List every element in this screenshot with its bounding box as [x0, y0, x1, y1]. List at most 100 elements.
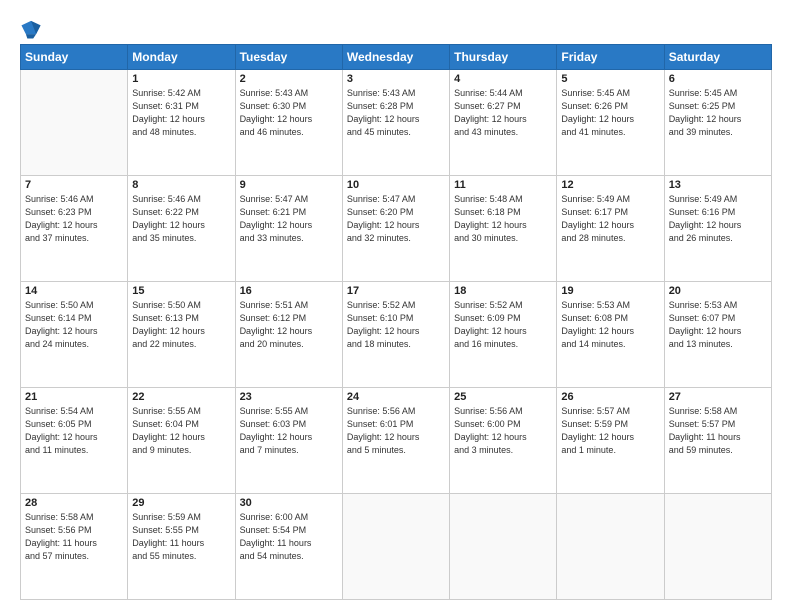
page: SundayMondayTuesdayWednesdayThursdayFrid…: [0, 0, 792, 612]
day-number: 11: [454, 179, 552, 191]
day-number: 28: [25, 497, 123, 509]
calendar-table: SundayMondayTuesdayWednesdayThursdayFrid…: [20, 44, 772, 600]
day-number: 27: [669, 391, 767, 403]
day-number: 16: [240, 285, 338, 297]
day-number: 30: [240, 497, 338, 509]
day-info: Sunrise: 5:44 AM Sunset: 6:27 PM Dayligh…: [454, 87, 552, 139]
day-info: Sunrise: 5:56 AM Sunset: 6:00 PM Dayligh…: [454, 405, 552, 457]
calendar-cell: 19 Sunrise: 5:53 AM Sunset: 6:08 PM Dayli…: [557, 282, 664, 388]
day-info: Sunrise: 5:43 AM Sunset: 6:28 PM Dayligh…: [347, 87, 445, 139]
day-info: Sunrise: 5:50 AM Sunset: 6:13 PM Dayligh…: [132, 299, 230, 351]
calendar-cell: [21, 70, 128, 176]
calendar-cell: 4Sunrise: 5:44 AM Sunset: 6:27 PM Daylig…: [450, 70, 557, 176]
calendar-cell: 26Sunrise: 5:57 AM Sunset: 5:59 PM Dayli…: [557, 388, 664, 494]
day-number: 23: [240, 391, 338, 403]
day-number: 1: [132, 73, 230, 85]
calendar-cell: 23 Sunrise: 5:55 AM Sunset: 6:03 PM Dayli…: [235, 388, 342, 494]
calendar-cell: 29 Sunrise: 5:59 AM Sunset: 5:55 PM Dayli…: [128, 494, 235, 600]
day-info: Sunrise: 5:48 AM Sunset: 6:18 PM Dayligh…: [454, 193, 552, 245]
week-row-5: 28 Sunrise: 5:58 AM Sunset: 5:56 PM Dayli…: [21, 494, 772, 600]
day-info: Sunrise: 5:49 AM Sunset: 6:17 PM Dayligh…: [561, 193, 659, 245]
logo-icon: [20, 18, 42, 40]
day-info: Sunrise: 6:00 AM Sunset: 5:54 PM Dayligh…: [240, 511, 338, 563]
day-number: 21: [25, 391, 123, 403]
calendar-cell: 1 Sunrise: 5:42 AM Sunset: 6:31 PM Daylig…: [128, 70, 235, 176]
day-number: 18: [454, 285, 552, 297]
day-number: 2: [240, 73, 338, 85]
day-info: Sunrise: 5:45 AM Sunset: 6:26 PM Dayligh…: [561, 87, 659, 139]
day-number: 7: [25, 179, 123, 191]
calendar-cell: [450, 494, 557, 600]
day-number: 10: [347, 179, 445, 191]
day-info: Sunrise: 5:52 AM Sunset: 6:09 PM Dayligh…: [454, 299, 552, 351]
logo: [20, 18, 46, 40]
week-row-1: 1 Sunrise: 5:42 AM Sunset: 6:31 PM Daylig…: [21, 70, 772, 176]
day-number: 20: [669, 285, 767, 297]
day-number: 8: [132, 179, 230, 191]
day-number: 6: [669, 73, 767, 85]
day-info: Sunrise: 5:54 AM Sunset: 6:05 PM Dayligh…: [25, 405, 123, 457]
calendar-cell: 21 Sunrise: 5:54 AM Sunset: 6:05 PM Dayli…: [21, 388, 128, 494]
calendar-cell: 27 Sunrise: 5:58 AM Sunset: 5:57 PM Dayli…: [664, 388, 771, 494]
calendar-cell: 17Sunrise: 5:52 AM Sunset: 6:10 PM Dayli…: [342, 282, 449, 388]
day-number: 13: [669, 179, 767, 191]
day-info: Sunrise: 5:52 AM Sunset: 6:10 PM Dayligh…: [347, 299, 445, 351]
calendar-cell: 3 Sunrise: 5:43 AM Sunset: 6:28 PM Daylig…: [342, 70, 449, 176]
day-info: Sunrise: 5:46 AM Sunset: 6:23 PM Dayligh…: [25, 193, 123, 245]
calendar-cell: 13 Sunrise: 5:49 AM Sunset: 6:16 PM Dayli…: [664, 176, 771, 282]
weekday-header-saturday: Saturday: [664, 45, 771, 70]
weekday-header-sunday: Sunday: [21, 45, 128, 70]
calendar-cell: 30 Sunrise: 6:00 AM Sunset: 5:54 PM Dayli…: [235, 494, 342, 600]
week-row-2: 7 Sunrise: 5:46 AM Sunset: 6:23 PM Daylig…: [21, 176, 772, 282]
week-row-3: 14 Sunrise: 5:50 AM Sunset: 6:14 PM Dayli…: [21, 282, 772, 388]
day-number: 15: [132, 285, 230, 297]
calendar-cell: 8 Sunrise: 5:46 AM Sunset: 6:22 PM Daylig…: [128, 176, 235, 282]
calendar-cell: [557, 494, 664, 600]
calendar-cell: 14 Sunrise: 5:50 AM Sunset: 6:14 PM Dayli…: [21, 282, 128, 388]
day-number: 29: [132, 497, 230, 509]
calendar-cell: 28 Sunrise: 5:58 AM Sunset: 5:56 PM Dayli…: [21, 494, 128, 600]
day-number: 24: [347, 391, 445, 403]
day-info: Sunrise: 5:47 AM Sunset: 6:20 PM Dayligh…: [347, 193, 445, 245]
day-info: Sunrise: 5:58 AM Sunset: 5:57 PM Dayligh…: [669, 405, 767, 457]
day-info: Sunrise: 5:42 AM Sunset: 6:31 PM Dayligh…: [132, 87, 230, 139]
day-info: Sunrise: 5:49 AM Sunset: 6:16 PM Dayligh…: [669, 193, 767, 245]
header: [20, 18, 772, 40]
day-info: Sunrise: 5:45 AM Sunset: 6:25 PM Dayligh…: [669, 87, 767, 139]
calendar-cell: 20 Sunrise: 5:53 AM Sunset: 6:07 PM Dayli…: [664, 282, 771, 388]
calendar-cell: 18 Sunrise: 5:52 AM Sunset: 6:09 PM Dayli…: [450, 282, 557, 388]
week-row-4: 21 Sunrise: 5:54 AM Sunset: 6:05 PM Dayli…: [21, 388, 772, 494]
weekday-header-row: SundayMondayTuesdayWednesdayThursdayFrid…: [21, 45, 772, 70]
day-number: 9: [240, 179, 338, 191]
day-number: 3: [347, 73, 445, 85]
day-number: 14: [25, 285, 123, 297]
calendar-cell: 24 Sunrise: 5:56 AM Sunset: 6:01 PM Dayli…: [342, 388, 449, 494]
calendar-cell: 6 Sunrise: 5:45 AM Sunset: 6:25 PM Daylig…: [664, 70, 771, 176]
day-info: Sunrise: 5:47 AM Sunset: 6:21 PM Dayligh…: [240, 193, 338, 245]
day-info: Sunrise: 5:59 AM Sunset: 5:55 PM Dayligh…: [132, 511, 230, 563]
day-info: Sunrise: 5:55 AM Sunset: 6:03 PM Dayligh…: [240, 405, 338, 457]
day-number: 12: [561, 179, 659, 191]
calendar-cell: 16 Sunrise: 5:51 AM Sunset: 6:12 PM Dayli…: [235, 282, 342, 388]
day-number: 5: [561, 73, 659, 85]
day-info: Sunrise: 5:50 AM Sunset: 6:14 PM Dayligh…: [25, 299, 123, 351]
day-info: Sunrise: 5:56 AM Sunset: 6:01 PM Dayligh…: [347, 405, 445, 457]
calendar-cell: 12 Sunrise: 5:49 AM Sunset: 6:17 PM Dayli…: [557, 176, 664, 282]
calendar-cell: 11 Sunrise: 5:48 AM Sunset: 6:18 PM Dayli…: [450, 176, 557, 282]
day-info: Sunrise: 5:51 AM Sunset: 6:12 PM Dayligh…: [240, 299, 338, 351]
day-info: Sunrise: 5:46 AM Sunset: 6:22 PM Dayligh…: [132, 193, 230, 245]
calendar-cell: 10 Sunrise: 5:47 AM Sunset: 6:20 PM Dayli…: [342, 176, 449, 282]
weekday-header-thursday: Thursday: [450, 45, 557, 70]
day-info: Sunrise: 5:57 AM Sunset: 5:59 PM Dayligh…: [561, 405, 659, 457]
calendar-cell: 22Sunrise: 5:55 AM Sunset: 6:04 PM Dayli…: [128, 388, 235, 494]
calendar-cell: 7 Sunrise: 5:46 AM Sunset: 6:23 PM Daylig…: [21, 176, 128, 282]
day-info: Sunrise: 5:53 AM Sunset: 6:08 PM Dayligh…: [561, 299, 659, 351]
day-info: Sunrise: 5:55 AM Sunset: 6:04 PM Dayligh…: [132, 405, 230, 457]
day-number: 19: [561, 285, 659, 297]
day-info: Sunrise: 5:43 AM Sunset: 6:30 PM Dayligh…: [240, 87, 338, 139]
day-info: Sunrise: 5:53 AM Sunset: 6:07 PM Dayligh…: [669, 299, 767, 351]
calendar-cell: 15 Sunrise: 5:50 AM Sunset: 6:13 PM Dayli…: [128, 282, 235, 388]
day-info: Sunrise: 5:58 AM Sunset: 5:56 PM Dayligh…: [25, 511, 123, 563]
calendar-cell: [342, 494, 449, 600]
calendar-cell: 9 Sunrise: 5:47 AM Sunset: 6:21 PM Daylig…: [235, 176, 342, 282]
